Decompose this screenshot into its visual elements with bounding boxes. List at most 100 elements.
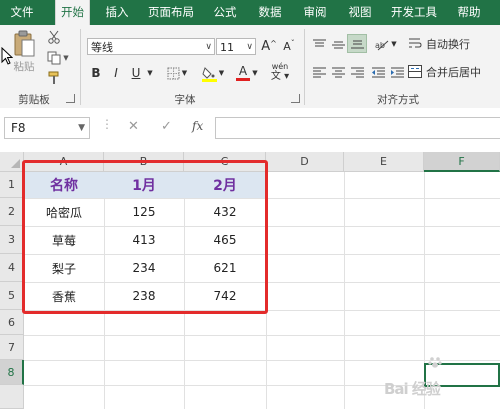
row-header-2[interactable]: 2	[0, 198, 24, 226]
chevron-down-icon: ∨	[246, 42, 253, 52]
column-header-f[interactable]: F	[424, 152, 500, 172]
align-bottom-button[interactable]	[347, 34, 367, 53]
orientation-button[interactable]: ab ▼	[373, 36, 399, 52]
phonetic-icon: wén	[271, 62, 289, 71]
align-right-button[interactable]	[349, 65, 365, 79]
cancel-entry-button[interactable]: ✕	[128, 119, 139, 134]
grow-font-button[interactable]: A ^	[261, 37, 277, 55]
row-header-9[interactable]	[0, 385, 24, 409]
copy-button[interactable]: ▼	[45, 50, 71, 66]
group-divider	[80, 29, 81, 105]
column-header-d[interactable]: D	[266, 152, 344, 172]
bold-button[interactable]: B	[89, 65, 103, 81]
shrink-font-icon: A	[283, 39, 291, 53]
row-header-1[interactable]: 1	[0, 172, 24, 198]
grid-line	[344, 172, 345, 409]
merge-center-button[interactable]: 合并后居中	[408, 63, 500, 80]
increase-indent-button[interactable]	[389, 65, 405, 79]
brush-icon	[48, 71, 59, 84]
more-options-icon: ⋮	[101, 117, 113, 131]
chevron-down-icon: ▼	[181, 69, 188, 77]
italic-button[interactable]: I	[109, 65, 123, 81]
clipboard-launcher-icon[interactable]	[66, 94, 75, 103]
phonetic-button[interactable]: wén 文 ▾	[266, 61, 294, 83]
cut-button[interactable]	[45, 29, 63, 45]
tab-insert[interactable]: 插入	[100, 0, 134, 25]
align-left-button[interactable]	[311, 65, 327, 79]
italic-icon: I	[114, 66, 118, 80]
ribbon-tab-bar: 文件 开始 插入 页面布局 公式 数据 审阅 视图 开发工具 帮助	[0, 0, 500, 26]
tab-developer[interactable]: 开发工具	[386, 0, 442, 25]
underline-dropdown[interactable]: ▼	[145, 65, 155, 81]
tab-help[interactable]: 帮助	[452, 0, 486, 25]
fill-bucket-icon	[201, 66, 217, 82]
tab-formulas[interactable]: 公式	[208, 0, 242, 25]
align-top-button[interactable]	[311, 37, 327, 51]
alignment-group-label: 对齐方式	[377, 94, 419, 106]
row-header-5[interactable]: 5	[0, 282, 24, 310]
row-header-8[interactable]: 8	[0, 360, 24, 385]
tab-file[interactable]: 文件	[0, 0, 44, 25]
row-header-4[interactable]: 4	[0, 254, 24, 282]
tab-review[interactable]: 审阅	[298, 0, 332, 25]
ribbon-home: 粘贴 ▼ 剪贴板 等线 ∨ 11 ∨ A ^ Aˇ B I U ▼ ▼ ▼ A …	[0, 25, 500, 109]
borders-icon	[167, 67, 180, 79]
borders-button[interactable]: ▼	[164, 65, 190, 81]
font-color-icon: A	[238, 64, 248, 78]
font-group-label: 字体	[174, 94, 196, 106]
formula-input[interactable]	[215, 117, 500, 139]
chevron-down-icon: ▼	[147, 69, 153, 77]
fill-color-button[interactable]: ▼	[200, 63, 226, 83]
confirm-entry-button[interactable]: ✓	[161, 119, 172, 134]
merge-center-label: 合并后居中	[426, 65, 481, 79]
select-all-button[interactable]	[0, 152, 24, 172]
align-right-icon	[350, 67, 364, 77]
wrap-text-label: 自动换行	[426, 37, 470, 51]
underline-button[interactable]: U	[129, 65, 143, 81]
shrink-font-button[interactable]: Aˇ	[281, 37, 297, 55]
font-color-swatch	[236, 78, 250, 81]
paste-label: 粘贴	[13, 61, 35, 73]
phonetic-char-icon: 文 ▾	[270, 71, 290, 82]
align-middle-button[interactable]	[330, 37, 346, 51]
font-size-value: 11	[220, 41, 234, 54]
wrap-text-button[interactable]: 自动换行	[408, 35, 498, 52]
row-header-3[interactable]: 3	[0, 226, 24, 254]
copy-icon	[47, 51, 61, 65]
chevron-down-icon: ∨	[205, 42, 212, 52]
insert-function-button[interactable]: fx	[192, 119, 203, 133]
name-box[interactable]: F8 ▼	[4, 117, 90, 139]
paste-button[interactable]: 粘贴	[8, 29, 40, 75]
font-size-select[interactable]: 11 ∨	[216, 38, 256, 55]
paw-logo-icon	[428, 357, 442, 368]
wrap-text-icon	[409, 38, 422, 48]
font-color-dropdown[interactable]: ▼	[250, 65, 260, 81]
grid-line	[24, 335, 500, 336]
align-left-icon	[312, 67, 326, 77]
underline-icon: U	[131, 66, 141, 80]
grow-font-icon: A	[261, 38, 271, 54]
font-launcher-icon[interactable]	[291, 94, 300, 103]
format-painter-button[interactable]	[45, 70, 63, 86]
chevron-down-icon: ▼	[78, 123, 85, 133]
merge-cells-icon	[408, 65, 422, 78]
tab-home[interactable]: 开始	[55, 0, 90, 26]
font-name-select[interactable]: 等线 ∨	[87, 38, 215, 55]
decrease-indent-button[interactable]	[370, 65, 386, 79]
align-middle-icon	[331, 41, 345, 48]
paste-icon	[14, 30, 35, 57]
tab-page-layout[interactable]: 页面布局	[143, 0, 199, 25]
tab-view[interactable]: 视图	[343, 0, 377, 25]
row-header-7[interactable]: 7	[0, 335, 24, 360]
row-header-6[interactable]: 6	[0, 310, 24, 335]
column-header-e[interactable]: E	[344, 152, 424, 172]
formula-bar: F8 ▼ ⋮ ✕ ✓ fx	[0, 108, 500, 148]
align-center-icon	[331, 67, 345, 77]
chevron-down-icon: ▼	[63, 54, 69, 62]
align-top-icon	[312, 39, 326, 46]
group-divider	[304, 29, 305, 105]
name-box-value: F8	[11, 121, 26, 135]
text-orientation-icon: ab	[375, 40, 389, 50]
align-center-button[interactable]	[330, 65, 346, 79]
tab-data[interactable]: 数据	[253, 0, 287, 25]
